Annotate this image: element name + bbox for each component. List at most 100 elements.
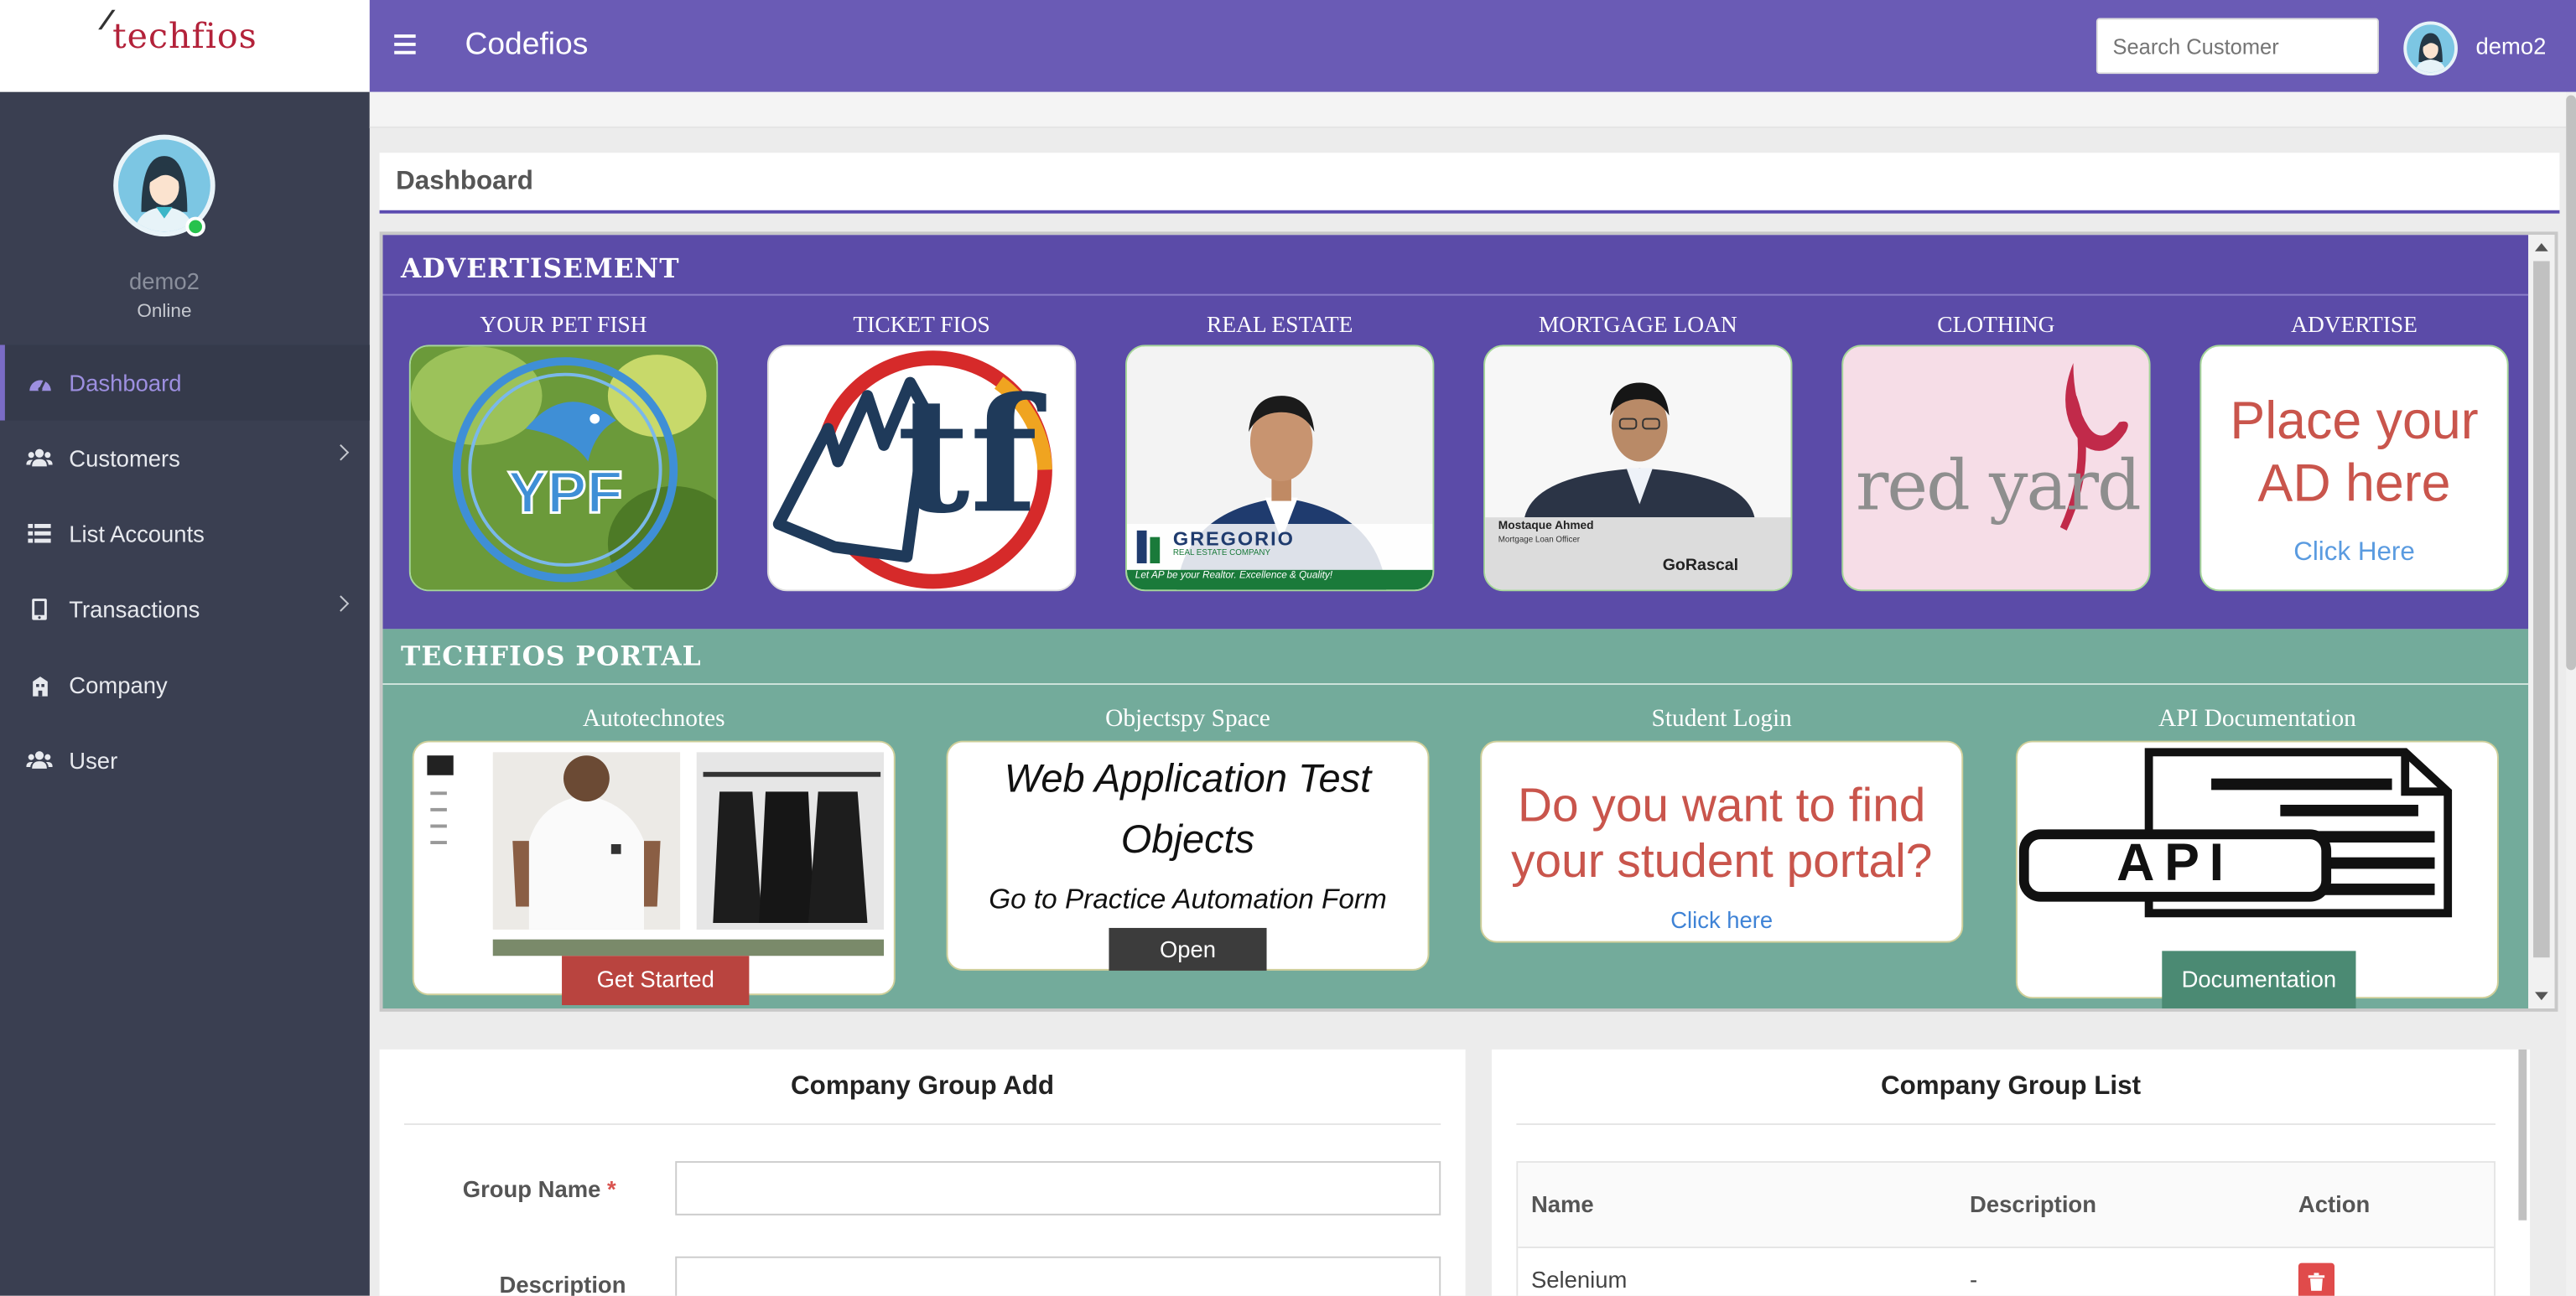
ad-image-clothing[interactable]: red yard	[1841, 345, 2151, 592]
ad-item-pet-fish[interactable]: YOUR PET FISH YPF	[408, 314, 719, 592]
ad-label: REAL ESTATE	[1207, 314, 1353, 339]
panel-title: Company Group List	[1881, 1072, 2142, 1101]
sidebar-item-label: Company	[69, 671, 168, 698]
group-name-label: Group Name *	[462, 1175, 616, 1203]
table-header: Name Description Action	[1518, 1163, 2495, 1248]
page-scrollbar[interactable]	[2566, 91, 2576, 1296]
frame-scrollbar[interactable]	[2528, 235, 2555, 1008]
api-graphic-text: API	[2116, 832, 2234, 892]
ad-card-brand: GoRascal	[1662, 557, 1739, 575]
ad-image-pet-fish[interactable]: YPF	[408, 345, 719, 592]
sidebar-item-company[interactable]: Company	[0, 647, 370, 723]
trash-icon	[2308, 1272, 2325, 1290]
sidebar-item-user[interactable]: User	[0, 723, 370, 798]
brand-logo[interactable]: techfios	[0, 0, 370, 92]
ad-image-mortgage-loan[interactable]: Mostaque Ahmed Mortgage Loan Officer GoR…	[1483, 345, 1793, 592]
portal-card-student-login[interactable]: Do you want to find your student portal?…	[1480, 740, 1964, 943]
divider	[403, 1123, 1441, 1126]
portal-label: Objectspy Space	[1105, 706, 1270, 733]
sidebar-item-customers[interactable]: Customers	[0, 421, 370, 496]
portal-headline: Web Application Test Objects	[1004, 757, 1372, 863]
ad-item-advertise[interactable]: ADVERTISE Place your AD here Click Here	[2199, 314, 2509, 592]
sidebar: demo2 Online Dashboard Customers List Ac…	[0, 91, 370, 1296]
scroll-up-icon[interactable]	[2535, 242, 2548, 251]
online-indicator	[185, 216, 205, 237]
divider	[382, 683, 2529, 685]
page-title: Dashboard	[396, 167, 533, 196]
ad-image-ticket-fios[interactable]: tf	[766, 345, 1077, 592]
content-top-strip	[369, 91, 2567, 128]
sidebar-item-label: Dashboard	[69, 369, 182, 397]
portal-item-autotechnotes[interactable]: Autotechnotes Get Started	[412, 706, 896, 1006]
column-header-action: Action	[2298, 1190, 2371, 1217]
scrollbar-thumb[interactable]	[2566, 95, 2576, 671]
portal-headline: Do you want to find your student portal?	[1511, 780, 1933, 889]
ad-item-ticket-fios[interactable]: TICKET FIOS tf	[766, 314, 1077, 592]
scroll-down-icon[interactable]	[2535, 992, 2548, 1001]
ad-portal-frame: ADVERTISEMENT YOUR PET FISH YPF TICKET F…	[379, 231, 2558, 1012]
chevron-right-icon	[332, 595, 350, 612]
portal-item-objectspy[interactable]: Objectspy Space Web Application Test Obj…	[946, 706, 1430, 971]
portal-title: TECHFIOS PORTAL	[401, 640, 702, 672]
ad-label: YOUR PET FISH	[480, 314, 647, 339]
search-input[interactable]	[2096, 18, 2379, 75]
portal-label: Autotechnotes	[582, 706, 725, 733]
ad-label: CLOTHING	[1937, 314, 2055, 339]
portal-label: Student Login	[1651, 706, 1792, 733]
building-icon	[26, 671, 52, 697]
delete-button[interactable]	[2298, 1262, 2335, 1296]
open-button[interactable]: Open	[1109, 927, 1267, 971]
description-field[interactable]	[675, 1256, 1441, 1296]
portal-card-objectspy[interactable]: Web Application Test Objects Go to Pract…	[946, 740, 1430, 971]
portal-item-api-documentation[interactable]: API Documentation API Documentation	[2015, 706, 2499, 1008]
ad-image-advertise[interactable]: Place your AD here Click Here	[2199, 345, 2509, 592]
topbar-username[interactable]: demo2	[2475, 33, 2546, 59]
ad-label: MORTGAGE LOAN	[1538, 314, 1737, 339]
ad-item-clothing[interactable]: CLOTHING red yard	[1841, 314, 2151, 592]
avatar[interactable]	[2403, 21, 2458, 76]
advertisement-title: ADVERTISEMENT	[401, 252, 680, 284]
sidebar-status: Online	[137, 302, 192, 323]
tablet-icon	[26, 596, 52, 622]
sidebar-item-list-accounts[interactable]: List Accounts	[0, 496, 370, 572]
student-portal-link[interactable]: Click here	[1482, 906, 1961, 932]
column-header-description: Description	[1970, 1190, 2096, 1217]
app-title: Codefios	[465, 28, 589, 63]
sidebar-item-label: Customers	[69, 444, 180, 472]
sidebar-item-label: User	[69, 747, 118, 774]
group-name-field[interactable]	[675, 1161, 1441, 1216]
panel-scrollbar[interactable]	[2518, 1049, 2527, 1221]
panel-title: Company Group Add	[791, 1072, 1055, 1101]
users-icon	[26, 445, 53, 471]
documentation-button[interactable]: Documentation	[2162, 951, 2356, 1008]
column-header-name: Name	[1530, 1190, 1594, 1217]
cell-description: -	[1970, 1266, 1978, 1293]
list-icon	[26, 521, 52, 547]
get-started-button[interactable]: Get Started	[562, 956, 750, 1006]
description-label: Description	[499, 1271, 626, 1296]
sidebar-item-dashboard[interactable]: Dashboard	[0, 345, 370, 421]
sidebar-item-transactions[interactable]: Transactions	[0, 572, 370, 647]
ad-item-real-estate[interactable]: REAL ESTATE GREGORIO REAL ESTATE COMPANY…	[1125, 314, 1435, 592]
sidebar-nav: Dashboard Customers List Accounts Transa…	[0, 345, 370, 798]
ad-item-mortgage-loan[interactable]: MORTGAGE LOAN Mostaque Ahmed Mortgage Lo…	[1483, 314, 1793, 592]
ad-logo-text: red yard	[1855, 444, 2142, 526]
portal-item-student-login[interactable]: Student Login Do you want to find your s…	[1480, 706, 1964, 943]
ad-headline: Place your AD here	[2230, 391, 2479, 513]
company-group-list-panel: Company Group List Name Description Acti…	[1491, 1049, 2531, 1296]
logo-text: techfios	[99, 9, 257, 56]
user-group-icon	[26, 747, 53, 773]
ad-card-role: Mortgage Loan Officer	[1498, 535, 1581, 546]
ad-banner-tagline: Let AP be your Realtor. Excellence & Qua…	[1135, 571, 1333, 582]
portal-subline: Go to Practice Automation Form	[989, 884, 1387, 915]
menu-icon[interactable]	[394, 34, 416, 54]
ad-click-here-link[interactable]: Click Here	[2201, 539, 2506, 568]
company-group-add-panel: Company Group Add Group Name * Descripti…	[379, 1049, 1466, 1296]
ad-label: TICKET FIOS	[853, 314, 990, 339]
scrollbar-thumb[interactable]	[2533, 261, 2550, 958]
portal-card-autotechnotes[interactable]: Get Started	[412, 740, 896, 1006]
portal-card-api-documentation[interactable]: API Documentation	[2015, 740, 2499, 1008]
dashboard-header: Dashboard	[379, 153, 2560, 214]
ad-image-real-estate[interactable]: GREGORIO REAL ESTATE COMPANY Let AP be y…	[1125, 345, 1435, 592]
company-group-table: Name Description Action Selenium -	[1516, 1161, 2496, 1296]
